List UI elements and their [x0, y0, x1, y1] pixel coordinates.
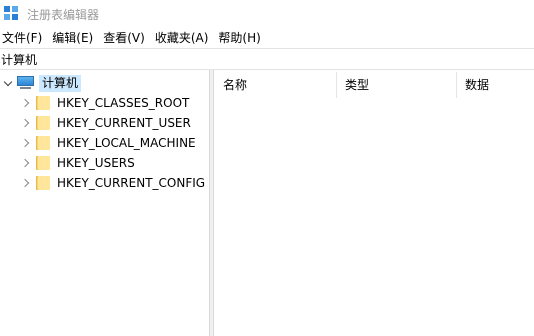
tree-item-hkey-local-machine[interactable]: HKEY_LOCAL_MACHINE	[20, 133, 196, 153]
address-bar[interactable]: 计算机	[0, 48, 534, 70]
chevron-right-icon[interactable]	[20, 153, 32, 173]
folder-icon	[36, 176, 52, 190]
tree-item-hkey-classes-root[interactable]: HKEY_CLASSES_ROOT	[20, 93, 189, 113]
tree-item-label[interactable]: HKEY_CURRENT_CONFIG	[57, 176, 205, 190]
folder-icon	[36, 116, 52, 130]
tree-item-hkey-current-user[interactable]: HKEY_CURRENT_USER	[20, 113, 191, 133]
computer-icon	[17, 75, 35, 91]
menu-view[interactable]: 查看(V)	[101, 28, 151, 48]
regedit-window: 注册表编辑器 文件(F) 编辑(E) 查看(V) 收藏夹(A) 帮助(H) 计算…	[0, 0, 534, 336]
tree-item-label[interactable]: HKEY_CLASSES_ROOT	[57, 96, 189, 110]
menu-edit[interactable]: 编辑(E)	[50, 28, 99, 48]
menu-file[interactable]: 文件(F)	[0, 28, 48, 48]
menu-help[interactable]: 帮助(H)	[216, 28, 266, 48]
tree-item-label[interactable]: HKEY_LOCAL_MACHINE	[57, 136, 196, 150]
menu-bar: 文件(F) 编辑(E) 查看(V) 收藏夹(A) 帮助(H)	[0, 28, 534, 48]
values-list-pane[interactable]: 名称 类型 数据	[214, 70, 534, 336]
folder-icon	[36, 96, 52, 110]
list-header: 名称 类型 数据	[214, 70, 534, 100]
window-title: 注册表编辑器	[27, 7, 100, 22]
column-header-type[interactable]: 类型	[336, 70, 456, 100]
address-path[interactable]: 计算机	[0, 51, 37, 68]
folder-icon	[36, 156, 52, 170]
tree-item-hkey-current-config[interactable]: HKEY_CURRENT_CONFIG	[20, 173, 205, 193]
chevron-right-icon[interactable]	[20, 93, 32, 113]
tree-item-label[interactable]: HKEY_CURRENT_USER	[57, 116, 191, 130]
tree-item-label[interactable]: HKEY_USERS	[57, 156, 135, 170]
tree-root-row[interactable]: 计算机	[2, 73, 82, 93]
folder-icon	[36, 136, 52, 150]
chevron-right-icon[interactable]	[20, 113, 32, 133]
tree-pane[interactable]: 计算机 HKEY_CLASSES_ROOT HKEY_CURRENT_USER …	[0, 70, 209, 336]
regedit-icon	[4, 6, 20, 22]
chevron-right-icon[interactable]	[20, 133, 32, 153]
chevron-right-icon[interactable]	[20, 173, 32, 193]
column-header-name[interactable]: 名称	[214, 70, 336, 100]
chevron-down-icon[interactable]	[2, 73, 14, 93]
tree-root-label[interactable]: 计算机	[39, 74, 82, 92]
menu-favorites[interactable]: 收藏夹(A)	[153, 28, 215, 48]
tree-item-hkey-users[interactable]: HKEY_USERS	[20, 153, 135, 173]
title-bar[interactable]: 注册表编辑器	[0, 0, 534, 28]
column-header-data[interactable]: 数据	[456, 70, 534, 100]
